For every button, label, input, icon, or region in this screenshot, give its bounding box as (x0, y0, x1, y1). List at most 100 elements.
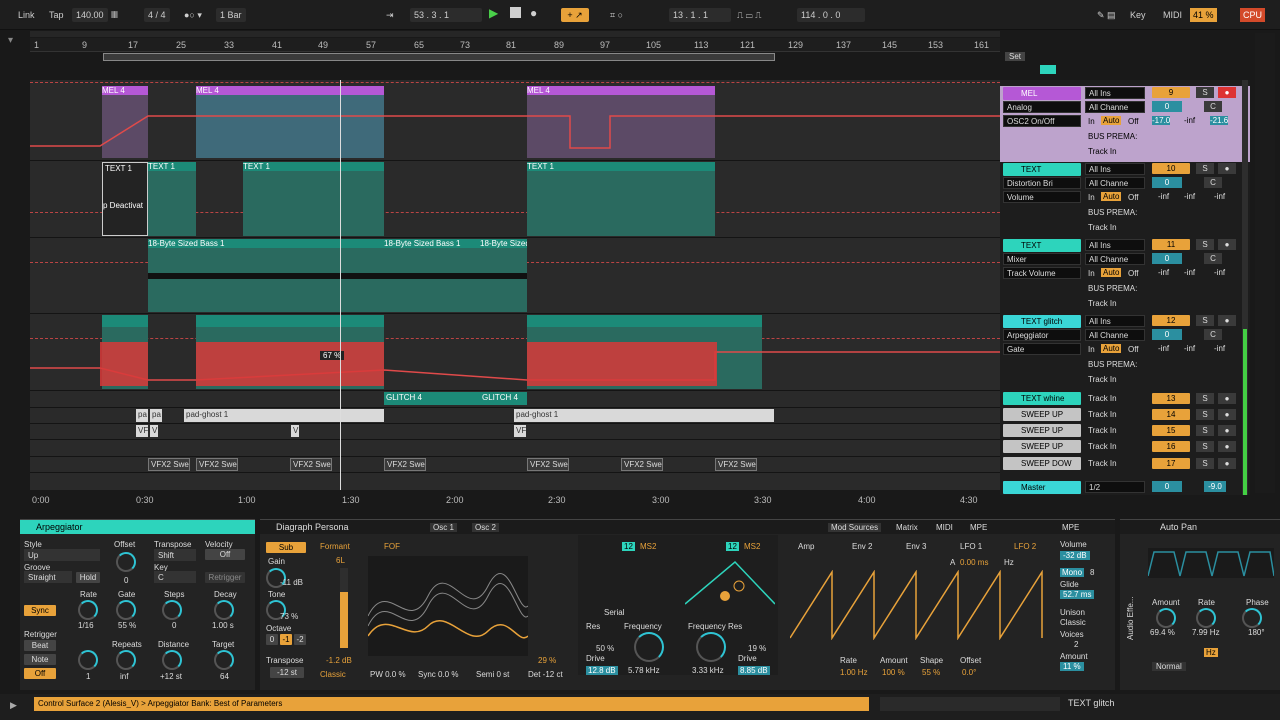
arm-icon[interactable]: ● (1218, 409, 1236, 420)
input-select[interactable]: All Ins (1085, 163, 1145, 175)
device-select[interactable]: Distortion Bri (1003, 177, 1081, 189)
gate-knob[interactable] (116, 600, 136, 620)
clip[interactable]: VF (136, 425, 148, 437)
track-name[interactable]: MEL (1003, 87, 1081, 100)
loop-brace[interactable] (103, 53, 775, 61)
play-icon[interactable]: ▶ (489, 6, 498, 20)
clip[interactable]: VFX2 Swe (148, 458, 190, 471)
set-button[interactable]: Set (1005, 52, 1026, 61)
beat-button[interactable]: Beat (24, 640, 56, 651)
solo-button[interactable]: S (1196, 239, 1214, 250)
mpe-tab[interactable]: MPE (970, 523, 987, 532)
output-select[interactable]: 1/2 (1085, 481, 1145, 493)
punch-icon[interactable]: ⎍ ▭ ⎍ (737, 8, 761, 22)
distance-knob[interactable] (162, 650, 182, 670)
arm-icon[interactable]: ● (1218, 425, 1236, 436)
send-b[interactable]: -inf (1184, 192, 1195, 201)
sub-button[interactable]: Sub (266, 542, 306, 553)
track-name[interactable]: TEXT whine (1003, 392, 1081, 405)
osc2-tab[interactable]: Osc 2 (472, 523, 499, 532)
pan-display[interactable] (1148, 548, 1274, 578)
track-number[interactable]: 14 (1152, 409, 1190, 420)
hold-button[interactable]: Hold (76, 572, 100, 583)
track-number[interactable]: 17 (1152, 458, 1190, 469)
arm-icon[interactable]: ● (1218, 393, 1236, 404)
device-select[interactable]: Analog (1003, 101, 1081, 113)
overdub-icon[interactable]: + ↗ (561, 8, 589, 22)
offset-knob[interactable] (116, 552, 136, 572)
solo-button[interactable]: S (1196, 441, 1214, 452)
follow-icon[interactable]: ⇥ (386, 8, 394, 22)
device-title[interactable]: Auto Pan (1120, 520, 1280, 534)
input-select[interactable]: All Ins (1085, 315, 1145, 327)
track-header-text-2[interactable]: TEXT Mixer Track Volume All Ins All Chan… (1000, 238, 1250, 314)
solo-button[interactable]: S (1196, 458, 1214, 469)
loop-length-field[interactable]: 114 . 0 . 0 (797, 8, 865, 22)
pan-field[interactable]: C (1204, 101, 1222, 112)
param-select[interactable]: Volume (1003, 191, 1081, 203)
send-c[interactable]: -21.6 (1210, 116, 1229, 125)
time-ruler[interactable]: 0:00 0:30 1:00 1:30 2:00 2:30 3:00 3:30 … (30, 495, 1000, 509)
clip[interactable]: pad-ghost 1 (514, 409, 774, 422)
track-name[interactable]: SWEEP UP (1003, 408, 1081, 421)
arm-icon[interactable]: ● (1218, 87, 1236, 98)
clip[interactable]: pa (136, 409, 148, 422)
style-select[interactable]: Up (24, 549, 100, 561)
track-header-small[interactable]: SWEEP UP Track In 15 S ● (1000, 423, 1250, 439)
pan-field[interactable]: C (1204, 177, 1222, 188)
key-map-button[interactable]: Key (1130, 8, 1146, 22)
pan-field[interactable]: C (1204, 253, 1222, 264)
quantize-select[interactable]: 1 Bar (216, 8, 246, 22)
send-b[interactable]: -inf (1184, 268, 1195, 277)
osc1-tab[interactable]: Osc 1 (430, 523, 457, 532)
track-number[interactable]: 10 (1152, 163, 1190, 174)
bar-ruler[interactable]: 1 9 17 25 33 41 49 57 65 73 81 89 97 105… (30, 38, 1000, 52)
clip[interactable]: VFX2 Swe (290, 458, 332, 471)
level-slider[interactable] (340, 568, 348, 648)
volume-field[interactable]: 0 (1152, 177, 1182, 188)
clip[interactable]: V (291, 425, 299, 437)
lfo-display[interactable] (790, 570, 1050, 640)
record-icon[interactable]: ● (530, 6, 537, 20)
clip[interactable]: VFX2 Swe (715, 458, 757, 471)
sync-button[interactable]: Sync (24, 605, 56, 616)
device-select[interactable]: Arpeggiator (1003, 329, 1081, 341)
off-button[interactable]: Off (24, 668, 56, 679)
track-header-text[interactable]: TEXT Distortion Bri Volume All Ins All C… (1000, 162, 1250, 238)
retrigger-button[interactable]: Retrigger (205, 572, 245, 583)
auto-button[interactable]: Auto (1101, 192, 1122, 201)
clip[interactable]: VFX2 Swe (384, 458, 426, 471)
clip[interactable]: VFX2 Swe (621, 458, 663, 471)
overview-strip[interactable] (30, 31, 1000, 37)
key-select[interactable]: C (154, 571, 196, 583)
frequency-knob[interactable] (634, 632, 664, 662)
track-header-text-glitch[interactable]: TEXT glitch Arpeggiator Gate All Ins All… (1000, 314, 1250, 390)
amp-tab[interactable]: Amp (798, 542, 814, 551)
collapse-icon[interactable]: ▾ (8, 35, 13, 46)
volume-field[interactable]: 0 (1152, 481, 1182, 492)
clip[interactable]: VFX2 Swe (196, 458, 238, 471)
clip[interactable]: VF (514, 425, 526, 437)
solo-button[interactable]: S (1196, 315, 1214, 326)
filter-curve[interactable] (685, 556, 775, 606)
loop-icon[interactable]: ⌗ ○ (610, 8, 623, 22)
channel-select[interactable]: All Channe (1085, 177, 1145, 189)
retrigger-knob[interactable] (78, 650, 98, 670)
tap-button[interactable]: Tap (49, 8, 64, 22)
groove-select[interactable]: Straight (24, 571, 72, 583)
master-db[interactable]: -9.0 (1204, 481, 1226, 492)
nudge-icon[interactable]: ⦀⦀ (111, 8, 118, 22)
channel-select[interactable]: All Channe (1085, 253, 1145, 265)
matrix-tab[interactable]: Matrix (896, 523, 918, 532)
volume-field[interactable]: 0 (1152, 329, 1182, 340)
device-select[interactable]: Mixer (1003, 253, 1081, 265)
midi-map-button[interactable]: MIDI (1163, 8, 1182, 22)
param-select[interactable]: OSC2 On/Off (1003, 115, 1081, 127)
position-field[interactable]: 53 . 3 . 1 (410, 8, 482, 22)
auto-button[interactable]: Auto (1101, 116, 1122, 125)
send-a[interactable]: -inf (1158, 344, 1169, 353)
track-number[interactable]: 9 (1152, 87, 1190, 98)
channel-select[interactable]: All Channe (1085, 101, 1145, 113)
target-knob[interactable] (214, 650, 234, 670)
lfo2-tab[interactable]: LFO 2 (1014, 542, 1036, 551)
